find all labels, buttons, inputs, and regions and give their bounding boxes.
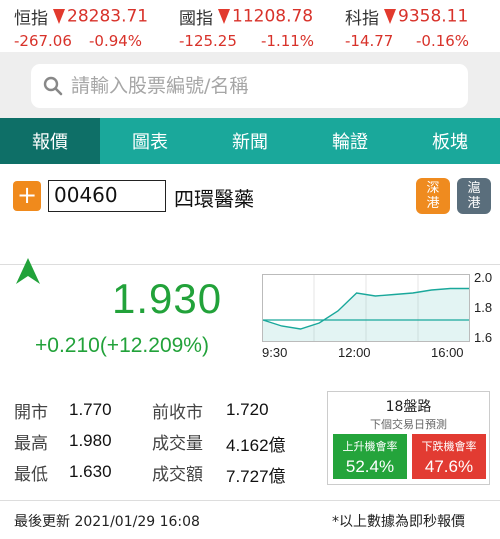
tab-sectors[interactable]: 板塊 [400,118,500,164]
high-value: 1.980 [69,431,112,450]
prev-close-label: 前收市 [152,403,203,423]
down-arrow-icon [53,9,65,24]
forecast-panel[interactable]: 18盤路 下個交易日預測 上升機會率 52.4% 下跌機會率 47.6% [327,391,490,485]
stock-code-field[interactable]: 00460 [48,180,166,212]
shenzhen-connect-button[interactable]: 深港 [416,178,450,214]
intraday-chart[interactable] [262,274,470,342]
index-hstech[interactable]: 科指 9358.11 -14.77 -0.16% [345,4,470,51]
low-label: 最低 [14,465,48,485]
index-value: 11208.78 [232,6,314,27]
high-label: 最高 [14,434,48,454]
index-value: 9358.11 [398,6,469,27]
tab-warrants[interactable]: 輪證 [300,118,400,164]
index-pct: -0.16% [416,32,470,50]
search-input[interactable] [71,64,451,108]
prev-close-value: 1.720 [226,400,269,419]
shanghai-connect-button[interactable]: 滬港 [457,178,491,214]
search-bar-area [0,52,500,118]
index-ticker: 恒指 28283.71 -267.06 -0.94% 國指 11208.78 -125… [0,0,500,52]
index-pct: -0.94% [89,32,143,50]
y-tick-label: 2.0 [474,270,493,285]
y-tick-label: 1.8 [474,300,493,315]
open-value: 1.770 [69,400,112,419]
y-tick-label: 1.6 [474,330,493,345]
divider [0,500,500,501]
rise-probability-value: 52.4% [345,457,395,476]
realtime-note: *以上數據為即秒報價 [332,514,465,530]
index-change: -267.06 [14,32,72,50]
last-updated: 最後更新 2021/01/29 16:08 [14,514,200,530]
index-hscei[interactable]: 國指 11208.78 -125.25 -1.11% [179,4,315,51]
index-name: 科指 [345,9,379,29]
open-label: 開市 [14,403,48,423]
add-watchlist-button[interactable]: + [13,181,41,211]
forecast-title: 18盤路 [385,399,432,415]
current-price: 1.930 [112,275,223,322]
x-tick-label: 16:00 [431,345,464,360]
fall-probability: 下跌機會率 47.6% [412,434,486,479]
index-name: 國指 [179,9,213,29]
index-pct: -1.11% [261,32,315,50]
x-tick-label: 12:00 [338,345,371,360]
stock-name: 四環醫藥 [174,187,254,211]
turnover-label: 成交額 [152,465,203,485]
index-name: 恒指 [14,9,48,29]
search-icon [43,76,63,96]
volume-label: 成交量 [152,434,203,454]
fall-probability-value: 47.6% [424,457,474,476]
x-tick-label: 9:30 [262,345,288,360]
volume-value: 4.162億 [226,436,286,455]
up-arrow-icon [16,258,40,284]
tab-chart[interactable]: 圖表 [100,118,200,164]
low-value: 1.630 [69,462,112,481]
forecast-subtitle: 下個交易日預測 [370,418,447,431]
stock-header: + 00460 四環醫藥 深港 滬港 [0,164,500,229]
down-arrow-icon [384,9,396,24]
index-change: -125.25 [179,32,237,50]
turnover-value: 7.727億 [226,467,286,486]
search-box[interactable] [31,64,468,108]
price-change: +0.210(+12.209%) [35,334,209,357]
fall-probability-label: 下跌機會率 [421,440,477,453]
index-value: 28283.71 [67,6,149,27]
shenzhen-connect-label: 深港 [426,181,440,211]
rise-probability: 上升機會率 52.4% [333,434,407,479]
index-hsi[interactable]: 恒指 28283.71 -267.06 -0.94% [14,4,149,51]
tab-quote[interactable]: 報價 [0,118,100,164]
index-change: -14.77 [345,32,394,50]
down-arrow-icon [218,9,230,24]
divider [0,264,500,265]
tab-bar: 報價 圖表 新聞 輪證 板塊 [0,118,500,164]
tab-news[interactable]: 新聞 [200,118,300,164]
rise-probability-label: 上升機會率 [342,440,398,453]
shanghai-connect-label: 滬港 [467,181,481,211]
